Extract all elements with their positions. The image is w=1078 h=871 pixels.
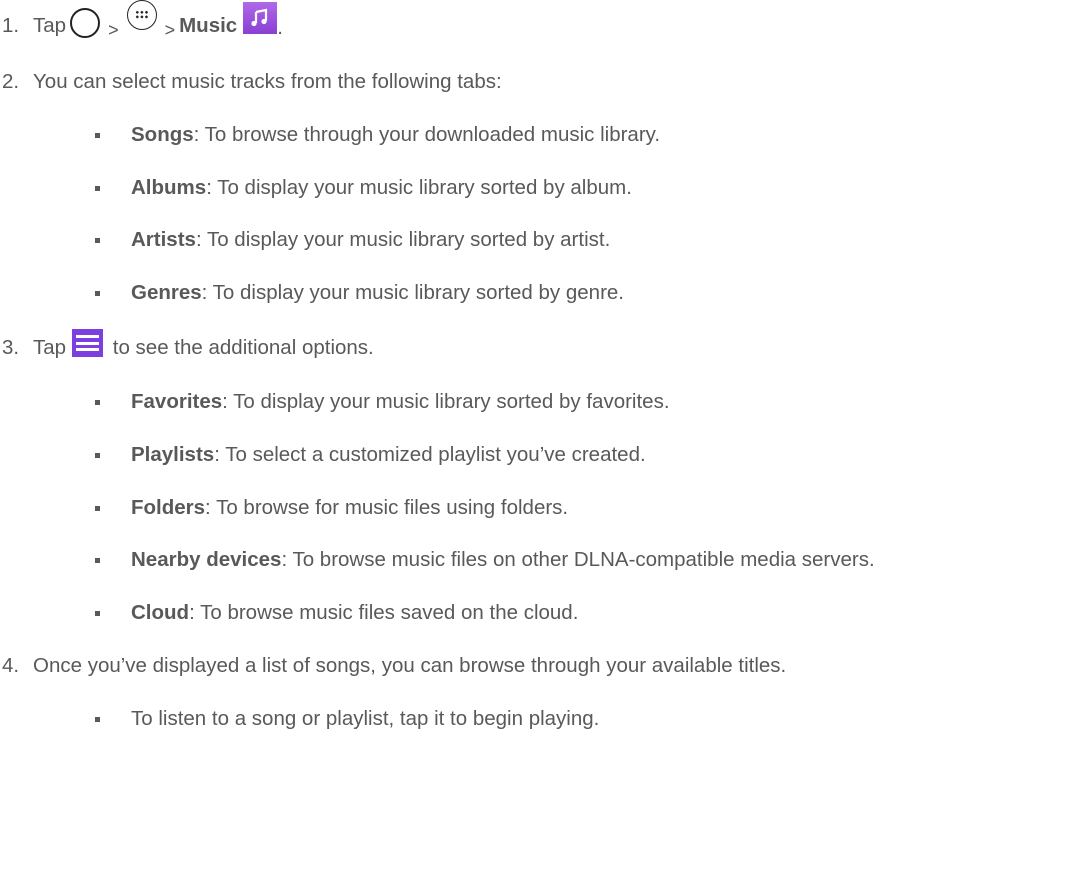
list-item-text: Songs: To browse through your downloaded… bbox=[131, 123, 660, 147]
description: : To browse through your downloaded musi… bbox=[193, 123, 661, 146]
description: : To display your music library sorted b… bbox=[206, 176, 632, 199]
term: Playlists bbox=[131, 443, 215, 466]
list-item-text: Cloud: To browse music files saved on th… bbox=[131, 601, 578, 625]
description: : To select a customized playlist you’ve… bbox=[214, 443, 646, 466]
list-item-text: Nearby devices: To browse music files on… bbox=[131, 548, 875, 572]
list-item-text: Albums: To display your music library so… bbox=[131, 176, 632, 200]
bullet-icon bbox=[95, 186, 100, 191]
step-text: Tap > > Music . bbox=[33, 0, 283, 42]
bullet-icon bbox=[95, 558, 100, 563]
description: : To browse music files on other DLNA-co… bbox=[281, 548, 875, 571]
bullet-icon bbox=[95, 238, 100, 243]
term: Folders bbox=[131, 496, 206, 519]
menu-icon bbox=[72, 329, 104, 357]
bullet-icon bbox=[95, 506, 100, 511]
description: : To display your music library sorted b… bbox=[201, 281, 624, 304]
term: Favorites bbox=[131, 390, 223, 413]
step-text: Once you’ve displayed a list of songs, y… bbox=[33, 654, 787, 677]
tap-word: Tap bbox=[33, 336, 67, 359]
step-text: You can select music tracks from the fol… bbox=[33, 70, 502, 93]
list-item-text: Folders: To browse for music files using… bbox=[131, 496, 568, 520]
bullet-icon bbox=[95, 291, 100, 296]
term: Artists bbox=[131, 228, 196, 251]
separator: > bbox=[108, 19, 119, 40]
app-name: Music bbox=[179, 14, 238, 37]
bullet-icon bbox=[95, 133, 100, 138]
tap-word: Tap bbox=[33, 14, 67, 37]
bullet-icon bbox=[95, 611, 100, 616]
bullet-icon bbox=[95, 717, 100, 722]
bullet-icon bbox=[95, 400, 100, 405]
list-item-text: Playlists: To select a customized playli… bbox=[131, 443, 646, 467]
term: Genres bbox=[131, 281, 202, 304]
bullet-icon bbox=[95, 453, 100, 458]
description: : To display your music library sorted b… bbox=[222, 390, 670, 413]
period: . bbox=[277, 16, 283, 39]
apps-launcher-icon bbox=[126, 0, 157, 30]
music-app-icon bbox=[243, 2, 278, 34]
home-button-icon bbox=[70, 8, 101, 38]
step-text: Tap to see the additional options. bbox=[33, 329, 374, 362]
list-item-text: Artists: To display your music library s… bbox=[131, 228, 610, 252]
term: Nearby devices bbox=[131, 548, 282, 571]
separator: > bbox=[164, 19, 176, 40]
list-item-text: To listen to a song or playlist, tap it … bbox=[131, 707, 600, 730]
term: Albums bbox=[131, 176, 207, 199]
description: : To display your music library sorted b… bbox=[195, 228, 611, 251]
list-item-text: Genres: To display your music library so… bbox=[131, 281, 624, 305]
list-item-text: Favorites: To display your music library… bbox=[131, 390, 670, 414]
description: : To browse for music files using folder… bbox=[205, 496, 569, 519]
term: Cloud bbox=[131, 601, 190, 624]
step-text-after: to see the additional options. bbox=[107, 336, 374, 359]
description: : To browse music files saved on the clo… bbox=[189, 601, 579, 624]
term: Songs bbox=[131, 123, 194, 146]
